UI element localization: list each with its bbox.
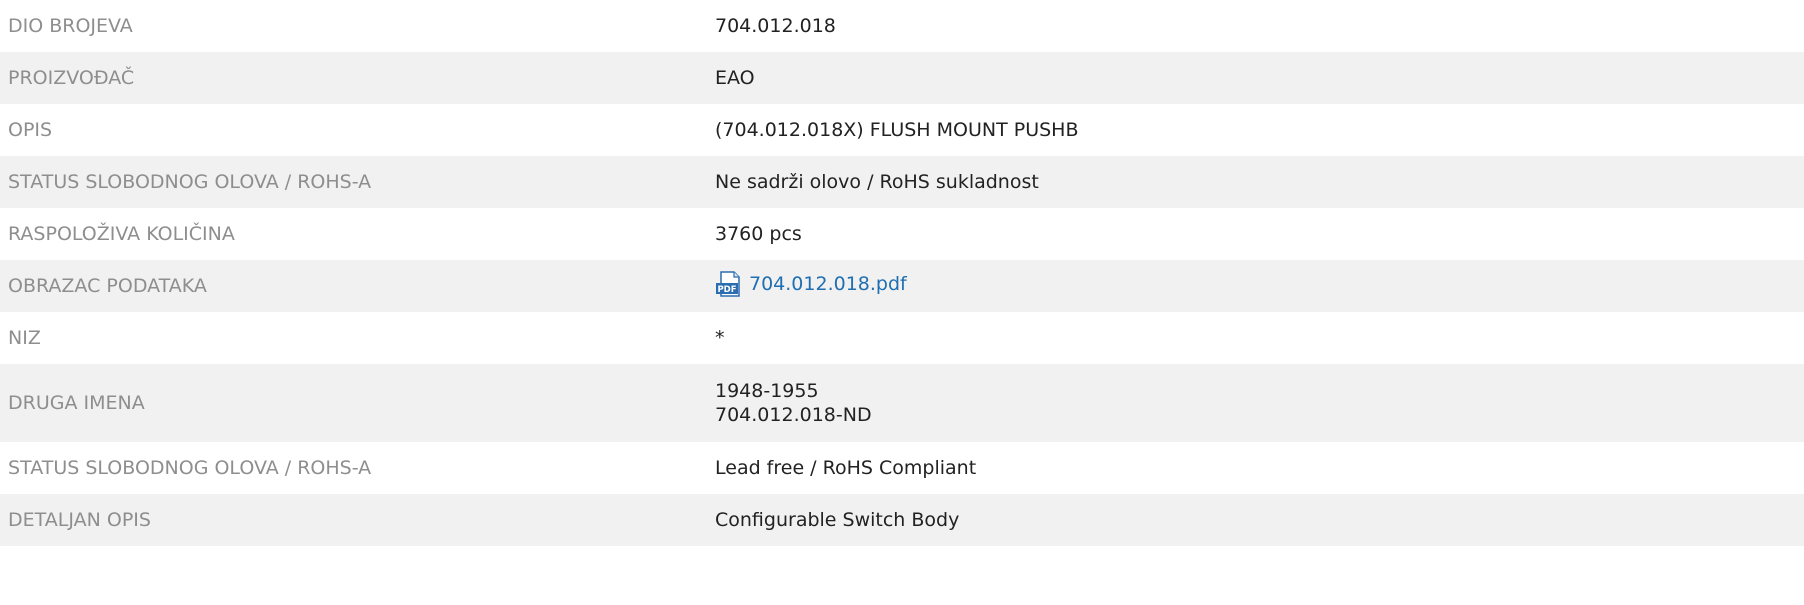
spec-row-description: OPIS (704.012.018X) FLUSH MOUNT PUSHB [0, 104, 1804, 156]
spec-label: OBRAZAC PODATAKA [8, 275, 207, 297]
spec-value: (704.012.018X) FLUSH MOUNT PUSHB [715, 119, 1079, 141]
datasheet-link-text: 704.012.018.pdf [749, 272, 907, 295]
spec-label: DIO BROJEVA [8, 15, 133, 37]
spec-value: 1948-1955 704.012.018-ND [715, 379, 1804, 427]
spec-row-rohs-status: STATUS SLOBODNOG OLOVA / ROHS-A Ne sadrž… [0, 156, 1804, 208]
spec-label: DETALJAN OPIS [8, 509, 151, 531]
spec-row-datasheet: OBRAZAC PODATAKA PDF 704.012.018.pdf [0, 260, 1804, 312]
spec-label: OPIS [8, 119, 53, 141]
spec-value: Lead free / RoHS Compliant [715, 457, 977, 479]
other-name: 1948-1955 [715, 380, 819, 402]
spec-label: STATUS SLOBODNOG OLOVA / ROHS-A [8, 457, 372, 479]
spec-row-series: NIZ * [0, 312, 1804, 364]
spec-row-manufacturer: PROIZVOĐAČ EAO [0, 52, 1804, 104]
product-spec-table: DIO BROJEVA 704.012.018 PROIZVOĐAČ EAO O… [0, 0, 1804, 546]
spec-row-rohs-status-en: STATUS SLOBODNOG OLOVA / ROHS-A Lead fre… [0, 442, 1804, 494]
spec-label: PROIZVOĐAČ [8, 67, 135, 89]
datasheet-link[interactable]: PDF 704.012.018.pdf [715, 270, 907, 297]
pdf-icon-text: PDF [717, 285, 736, 295]
other-name: 704.012.018-ND [715, 404, 872, 426]
spec-value: * [715, 327, 725, 349]
spec-value: EAO [715, 67, 755, 89]
spec-label: DRUGA IMENA [8, 392, 145, 414]
spec-row-other-names: DRUGA IMENA 1948-1955 704.012.018-ND [0, 364, 1804, 442]
spec-row-detailed-description: DETALJAN OPIS Configurable Switch Body [0, 494, 1804, 546]
spec-value: Ne sadrži olovo / RoHS sukladnost [715, 171, 1039, 193]
pdf-file-icon: PDF [716, 270, 740, 297]
spec-label: RASPOLOŽIVA KOLIČINA [8, 223, 235, 245]
spec-value: Configurable Switch Body [715, 509, 960, 531]
spec-value: PDF 704.012.018.pdf [715, 270, 1804, 302]
spec-value: 3760 pcs [715, 223, 802, 245]
spec-row-available-quantity: RASPOLOŽIVA KOLIČINA 3760 pcs [0, 208, 1804, 260]
spec-label: STATUS SLOBODNOG OLOVA / ROHS-A [8, 171, 372, 193]
spec-value: 704.012.018 [715, 15, 836, 37]
spec-row-part-number: DIO BROJEVA 704.012.018 [0, 0, 1804, 52]
spec-label: NIZ [8, 327, 41, 349]
